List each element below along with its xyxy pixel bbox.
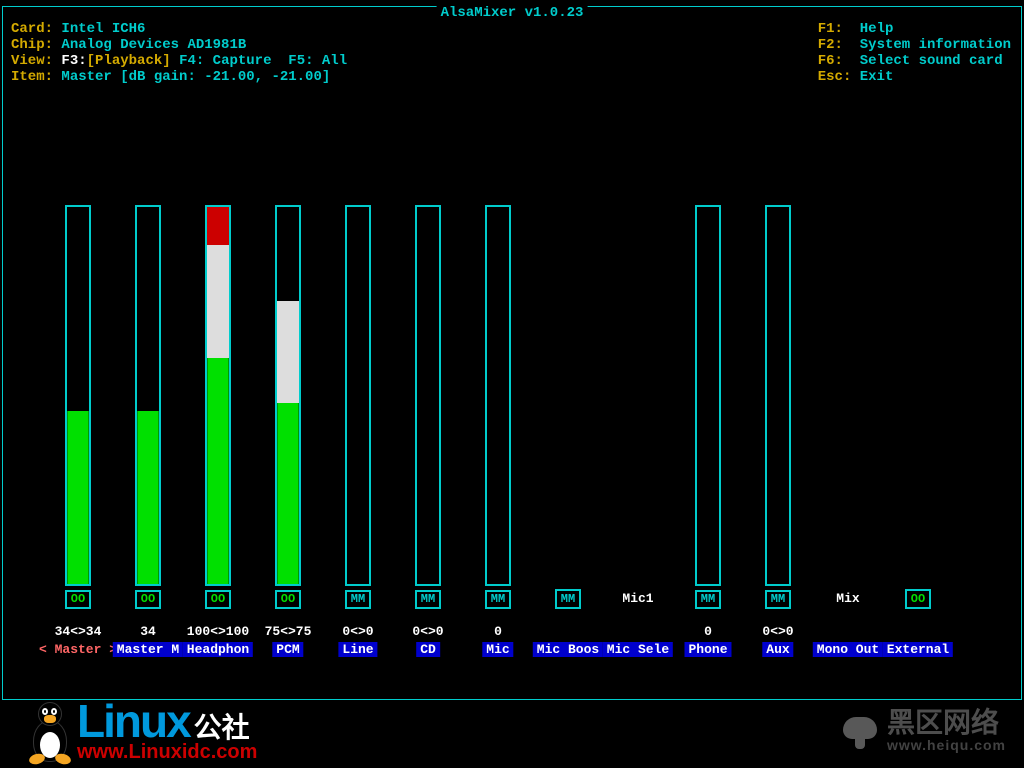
card-value: Intel ICH6 (61, 21, 145, 37)
esc-text[interactable]: Exit (860, 69, 894, 85)
watermark-right: 黑区网络 www.heiqu.com (841, 709, 1006, 754)
view-label: View: (11, 53, 53, 69)
heiqu-url: www.heiqu.com (887, 737, 1006, 754)
channel-value: 34 (140, 624, 156, 639)
channel-value: 0<>0 (412, 624, 443, 639)
mushroom-icon (841, 713, 879, 751)
mute-toggle[interactable]: MM (485, 590, 511, 609)
enum-value[interactable]: Mic1 (622, 587, 653, 609)
card-label: Card: (11, 21, 53, 37)
mute-toggle[interactable]: MM (695, 590, 721, 609)
channel-mic-sele[interactable]: Mic1Mic Sele (623, 205, 653, 609)
channel-cd[interactable]: MM0<>0CD (413, 205, 443, 609)
heiqu-cn: 黑区网络 (887, 709, 1006, 737)
channel-mono-out[interactable]: MixMono Out (833, 205, 863, 609)
channel-mic-boos[interactable]: MMMic Boos (553, 205, 583, 609)
mute-toggle[interactable]: OO (135, 590, 161, 609)
channel-line[interactable]: MM0<>0Line (343, 205, 373, 609)
mixer-channels: OO34<>34< Master > OO34Master M OO100<>100… (63, 205, 1011, 609)
volume-bar[interactable] (765, 205, 791, 586)
help-keys: F1: Help F2: System information F6: Sele… (818, 21, 1011, 85)
channel-pcm[interactable]: OO75<>75PCM (273, 205, 303, 609)
item-label: Item: (11, 69, 53, 85)
all-view[interactable]: F5: All (288, 53, 347, 69)
header-info: Card: Intel ICH6 Chip: Analog Devices AD… (11, 21, 347, 85)
mute-toggle[interactable]: OO (905, 589, 931, 609)
channel-label[interactable]: Mic Sele (603, 642, 673, 657)
playback-view[interactable]: [Playback] (87, 53, 171, 69)
channel-value: 75<>75 (265, 624, 312, 639)
channel-value: 0 (494, 624, 502, 639)
channel-label[interactable]: Line (338, 642, 377, 657)
item-value: Master [dB gain: -21.00, -21.00] (61, 69, 330, 85)
channel-label[interactable]: < Master > (35, 642, 121, 657)
channel-external[interactable]: OOExternal (903, 205, 933, 609)
mute-toggle[interactable]: MM (345, 590, 371, 609)
channel-label[interactable]: Phone (684, 642, 731, 657)
volume-bar[interactable] (135, 205, 161, 586)
channel-label[interactable]: Mic Boos (533, 642, 603, 657)
channel-value: 0<>0 (762, 624, 793, 639)
watermark-left: Linux 公社 www.Linuxidc.com (25, 698, 257, 762)
volume-bar[interactable] (415, 205, 441, 586)
mute-toggle[interactable]: MM (415, 590, 441, 609)
esc-key: Esc: (818, 69, 852, 85)
volume-bar[interactable] (695, 205, 721, 586)
channel-phone[interactable]: MM0Phone (693, 205, 723, 609)
volume-bar[interactable] (345, 205, 371, 586)
channel-label[interactable]: Headphon (183, 642, 253, 657)
channel-mic[interactable]: MM0Mic (483, 205, 513, 609)
f1-text[interactable]: Help (860, 21, 894, 37)
chip-label: Chip: (11, 37, 53, 53)
f6-text[interactable]: Select sound card (860, 53, 1003, 69)
app-frame: AlsaMixer v1.0.23 Card: Intel ICH6 Chip:… (2, 6, 1022, 700)
channel-label[interactable]: CD (416, 642, 440, 657)
f2-text[interactable]: System information (860, 37, 1011, 53)
channel-label[interactable]: Aux (762, 642, 793, 657)
channel-label[interactable]: External (883, 642, 953, 657)
f1-key: F1: (818, 21, 843, 37)
volume-bar[interactable] (205, 205, 231, 586)
app-title: AlsaMixer v1.0.23 (437, 6, 588, 20)
mute-toggle[interactable]: MM (765, 590, 791, 609)
channel-label[interactable]: Mono Out (813, 642, 883, 657)
logo-brand: Linux (77, 698, 190, 744)
channel-value: 0<>0 (342, 624, 373, 639)
f6-key: F6: (818, 53, 843, 69)
volume-bar[interactable] (275, 205, 301, 586)
channel-value: 34<>34 (55, 624, 102, 639)
channel-value: 100<>100 (187, 624, 249, 639)
mute-toggle[interactable]: MM (555, 589, 581, 609)
volume-bar[interactable] (485, 205, 511, 586)
logo-cn: 公社 (194, 714, 250, 742)
f2-key: F2: (818, 37, 843, 53)
logo-url: www.Linuxidc.com (77, 742, 257, 762)
enum-value[interactable]: Mix (836, 587, 859, 609)
channel-master[interactable]: OO34<>34< Master > (63, 205, 93, 609)
mute-toggle[interactable]: OO (275, 590, 301, 609)
channel-label[interactable]: Mic (482, 642, 513, 657)
channel-aux[interactable]: MM0<>0Aux (763, 205, 793, 609)
mute-toggle[interactable]: OO (65, 590, 91, 609)
channel-label[interactable]: PCM (272, 642, 303, 657)
chip-value: Analog Devices AD1981B (61, 37, 246, 53)
mute-toggle[interactable]: OO (205, 590, 231, 609)
f3-key: F3: (61, 53, 86, 69)
channel-headphon[interactable]: OO100<>100Headphon (203, 205, 233, 609)
channel-label[interactable]: Master M (113, 642, 183, 657)
volume-bar[interactable] (65, 205, 91, 586)
capture-view[interactable]: F4: Capture (179, 53, 271, 69)
channel-value: 0 (704, 624, 712, 639)
channel-master-m[interactable]: OO34Master M (133, 205, 163, 609)
tux-icon (25, 702, 75, 762)
